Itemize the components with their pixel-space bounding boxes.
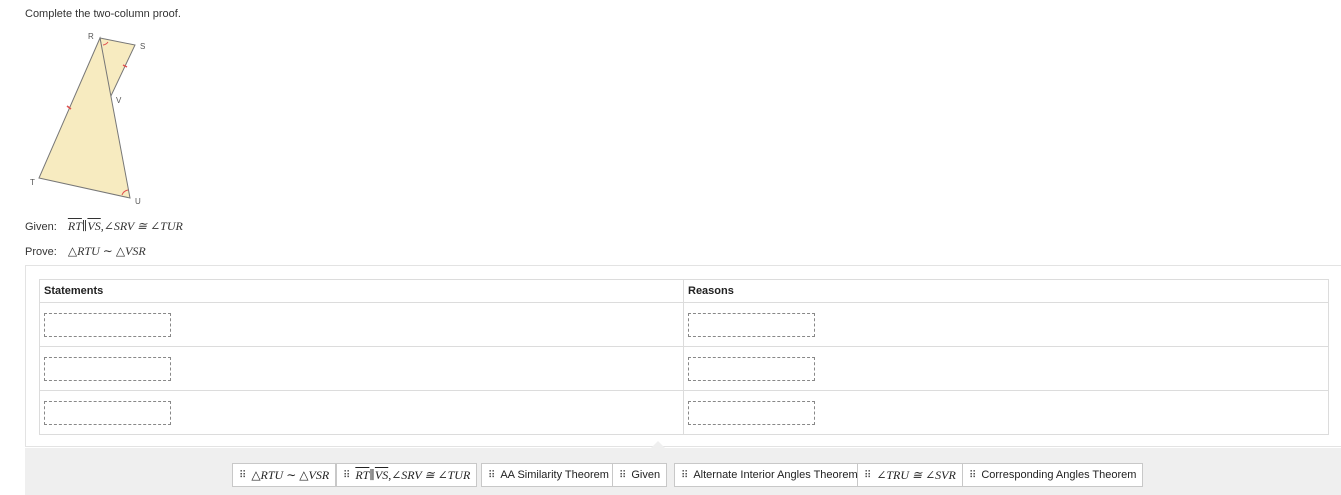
statements-header: Statements (39, 279, 684, 303)
drag-handle-icon: ⠿ (619, 469, 626, 481)
statement-drop-zone-1[interactable] (44, 312, 171, 337)
table-row (39, 302, 1329, 347)
vertex-label-u: U (135, 197, 141, 206)
drag-handle-icon: ⠿ (969, 469, 976, 481)
draggable-chip-alternate-interior[interactable]: ⠿ Alternate Interior Angles Theorem (674, 463, 865, 487)
reasons-header: Reasons (683, 279, 1329, 303)
proof-panel: Statements Reasons (25, 265, 1341, 447)
draggable-chip-angle-congruence[interactable]: ⠿ ∠TRU ≅ ∠SVR (857, 463, 963, 487)
given-label: Given: (25, 221, 57, 233)
geometry-figure: R S V T U (30, 32, 145, 206)
statement-drop-zone-3[interactable] (44, 400, 171, 425)
vertex-label-t: T (30, 178, 35, 187)
drag-handle-icon: ⠿ (864, 469, 871, 481)
proof-table: Statements Reasons (39, 279, 1329, 435)
draggable-chip-given-statement[interactable]: ⠿ RT∥VS,∠SRV ≅ ∠TUR (336, 463, 478, 487)
prove-line: Prove: △RTU ∼ △VSR (25, 244, 146, 259)
draggable-chip-given[interactable]: ⠿ Given (612, 463, 668, 487)
prove-label: Prove: (25, 246, 57, 258)
drag-handle-icon: ⠿ (239, 469, 246, 481)
prove-statement: △RTU ∼ △VSR (67, 244, 146, 258)
drag-handle-icon: ⠿ (343, 469, 350, 481)
drag-handle-icon: ⠿ (488, 469, 495, 481)
draggable-chip-aa-similarity[interactable]: ⠿ AA Similarity Theorem (481, 463, 616, 487)
draggable-chip-similarity-statement[interactable]: ⠿ △RTU ∼ △VSR (232, 463, 337, 487)
reason-drop-zone-2[interactable] (688, 356, 815, 381)
draggable-chip-corresponding-angles[interactable]: ⠿ Corresponding Angles Theorem (962, 463, 1144, 487)
instruction-text: Complete the two-column proof. (25, 8, 181, 20)
statement-drop-zone-2[interactable] (44, 356, 171, 381)
drag-handle-icon: ⠿ (681, 469, 688, 481)
table-row (39, 390, 1329, 435)
table-header-row: Statements Reasons (39, 279, 1329, 303)
answer-bank-pointer (651, 441, 665, 448)
vertex-label-r: R (88, 32, 94, 41)
vertex-label-s: S (140, 42, 145, 51)
reason-drop-zone-1[interactable] (688, 312, 815, 337)
reason-drop-zone-3[interactable] (688, 400, 815, 425)
vertex-label-v: V (116, 96, 122, 105)
given-statement: RT∥VS,∠SRV ≅ ∠TUR (67, 219, 183, 233)
given-line: Given: RT∥VS,∠SRV ≅ ∠TUR (25, 219, 183, 234)
answer-bank: ⠿ △RTU ∼ △VSR ⠿ RT∥VS,∠SRV ≅ ∠TUR ⠿ AA S… (25, 448, 1341, 495)
table-row (39, 346, 1329, 391)
